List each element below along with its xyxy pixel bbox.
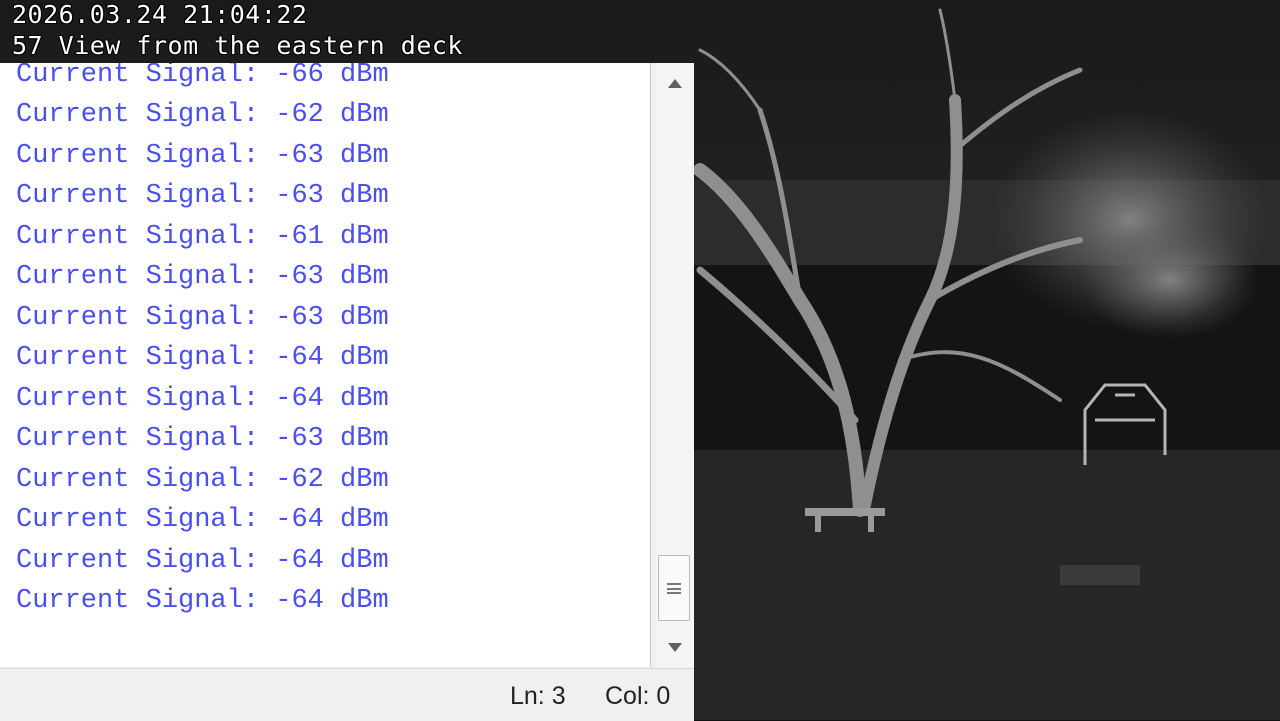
- text-line: Current Signal: -63 dBm: [16, 262, 389, 292]
- grip-icon: [667, 582, 681, 594]
- vertical-scrollbar[interactable]: [656, 63, 694, 667]
- text-line: Current Signal: -64 dBm: [16, 546, 389, 576]
- text-line: Current Signal: -64 dBm: [16, 586, 389, 616]
- status-column-number: Col: 0: [605, 682, 671, 710]
- text-line: Current Signal: -66 dBm: [16, 63, 389, 90]
- text-line: Current Signal: -64 dBm: [16, 505, 389, 535]
- scroll-up-arrow-icon[interactable]: [656, 63, 694, 103]
- editor-text-area[interactable]: Current Signal: -66 dBm Current Signal: …: [0, 63, 651, 667]
- text-line: Current Signal: -64 dBm: [16, 384, 389, 414]
- text-editor-window: Current Signal: -66 dBm Current Signal: …: [0, 63, 694, 721]
- text-line: Current Signal: -62 dBm: [16, 100, 389, 130]
- text-line: Current Signal: -63 dBm: [16, 424, 389, 454]
- camera-label: 57 View from the eastern deck: [12, 31, 463, 60]
- text-line: Current Signal: -64 dBm: [16, 343, 389, 373]
- scroll-down-arrow-icon[interactable]: [656, 627, 694, 667]
- text-line: Current Signal: -61 dBm: [16, 222, 389, 252]
- text-line: Current Signal: -62 dBm: [16, 465, 389, 495]
- text-line: Current Signal: -63 dBm: [16, 181, 389, 211]
- camera-timestamp: 2026.03.24 21:04:22: [12, 0, 308, 29]
- text-line: Current Signal: -63 dBm: [16, 303, 389, 333]
- scrollbar-thumb[interactable]: [658, 555, 690, 621]
- text-line: Current Signal: -63 dBm: [16, 141, 389, 171]
- status-bar: Ln: 3 Col: 0: [0, 668, 694, 721]
- status-line-number: Ln: 3: [510, 682, 566, 710]
